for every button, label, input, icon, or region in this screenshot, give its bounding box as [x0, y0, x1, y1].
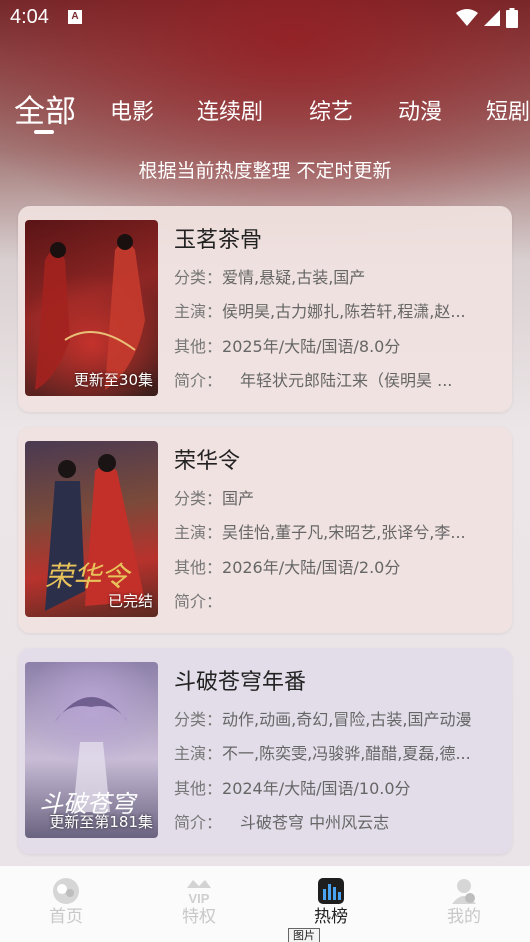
- status-bar: 4:04 A: [0, 0, 530, 36]
- show-other-row: 其他：2025年/大陆/国语/8.0分: [174, 333, 500, 357]
- cast-label: 主演：: [174, 302, 223, 321]
- poster-episode-badge: 更新至30集: [73, 371, 153, 389]
- active-tab-indicator: [34, 130, 54, 134]
- intro-label: 简介：: [174, 371, 223, 390]
- nav-vip-label: 特权: [182, 907, 216, 927]
- tab-anime[interactable]: 动漫: [398, 94, 442, 126]
- tab-short-drama[interactable]: 短剧: [486, 94, 530, 126]
- show-other-row: 其他：2024年/大陆/国语/10.0分: [174, 775, 500, 799]
- category-value: 动作,动画,奇幻,冒险,古装,国产动漫: [222, 710, 472, 729]
- nav-hot-list[interactable]: 热榜: [291, 876, 371, 927]
- svg-text:荣华令: 荣华令: [45, 560, 132, 593]
- cast-value: 吴佳怡,董子凡,宋昭艺,张译兮,李...: [222, 523, 466, 542]
- category-label: 分类：: [174, 268, 223, 287]
- category-label: 分类：: [174, 710, 223, 729]
- cast-label: 主演：: [174, 744, 223, 763]
- cast-value: 不一,陈奕雯,冯骏骅,醋醋,夏磊,德...: [222, 744, 471, 763]
- intro-value: 斗破苍穹 中州风云志: [240, 813, 390, 832]
- tab-all[interactable]: 全部: [14, 86, 76, 131]
- show-poster[interactable]: 荣华令 已完结: [25, 441, 158, 617]
- cast-label: 主演：: [174, 523, 223, 542]
- show-intro-row: 简介：: [174, 588, 500, 612]
- notification-a-icon: A: [68, 10, 82, 24]
- category-label: 分类：: [174, 489, 223, 508]
- show-card[interactable]: 斗破苍穹 更新至第181集 斗破苍穹年番 分类：动作,动画,奇幻,冒险,古装,国…: [18, 648, 512, 854]
- status-indicators: [456, 8, 518, 28]
- show-category-row: 分类：爱情,悬疑,古装,国产: [174, 264, 500, 288]
- nav-hot-list-label: 热榜: [314, 907, 348, 927]
- category-tabs: 全部 电影 连续剧 综艺 动漫 短剧: [0, 86, 530, 146]
- tab-movies[interactable]: 电影: [110, 94, 154, 126]
- show-intro-row: 简介： 斗破苍穹 中州风云志: [174, 809, 500, 833]
- status-time: 4:04: [10, 6, 49, 28]
- show-cast-row: 主演：不一,陈奕雯,冯骏骅,醋醋,夏磊,德...: [174, 740, 500, 764]
- show-title[interactable]: 荣华令: [174, 443, 240, 475]
- intro-label: 简介：: [174, 813, 223, 832]
- other-label: 其他：: [174, 779, 223, 798]
- intro-value: 年轻状元郎陆江来（侯明昊 ...: [240, 371, 453, 390]
- ranking-subtitle: 根据当前热度整理 不定时更新: [138, 160, 392, 182]
- nav-vip[interactable]: VIP 特权: [159, 876, 239, 927]
- image-tooltip: 图片: [288, 928, 320, 942]
- show-other-row: 其他：2026年/大陆/国语/2.0分: [174, 554, 500, 578]
- other-label: 其他：: [174, 337, 223, 356]
- tab-variety[interactable]: 综艺: [309, 94, 353, 126]
- nav-home-label: 首页: [49, 907, 83, 927]
- category-value: 国产: [222, 489, 255, 508]
- cast-value: 侯明昊,古力娜扎,陈若轩,程潇,赵...: [222, 302, 466, 321]
- nav-profile[interactable]: 我的: [424, 876, 504, 927]
- show-category-row: 分类：国产: [174, 485, 500, 509]
- show-poster[interactable]: 斗破苍穹 更新至第181集: [25, 662, 158, 838]
- other-value: 2025年/大陆/国语/8.0分: [222, 337, 401, 356]
- other-label: 其他：: [174, 558, 223, 577]
- nav-home[interactable]: 首页: [26, 876, 106, 927]
- show-intro-row: 简介： 年轻状元郎陆江来（侯明昊 ...: [174, 367, 500, 391]
- show-cast-row: 主演：侯明昊,古力娜扎,陈若轩,程潇,赵...: [174, 298, 500, 322]
- show-card[interactable]: 荣华令 已完结 荣华令 分类：国产 主演：吴佳怡,董子凡,宋昭艺,张译兮,李..…: [18, 427, 512, 633]
- poster-status-badge: 已完结: [107, 592, 153, 610]
- show-title[interactable]: 玉茗茶骨: [174, 222, 262, 254]
- show-title[interactable]: 斗破苍穹年番: [174, 664, 306, 696]
- wifi-icon: [456, 9, 478, 26]
- poster-episode-badge: 更新至第181集: [49, 813, 153, 831]
- show-cast-row: 主演：吴佳怡,董子凡,宋昭艺,张译兮,李...: [174, 519, 500, 543]
- show-category-row: 分类：动作,动画,奇幻,冒险,古装,国产动漫: [174, 706, 500, 730]
- intro-label: 简介：: [174, 592, 223, 611]
- show-poster[interactable]: 更新至30集: [25, 220, 158, 396]
- nav-profile-label: 我的: [447, 907, 481, 927]
- other-value: 2026年/大陆/国语/2.0分: [222, 558, 401, 577]
- bottom-navigation: 首页 VIP 特权 热榜 我的: [0, 866, 530, 942]
- category-value: 爱情,悬疑,古装,国产: [222, 268, 366, 287]
- signal-icon: [484, 10, 500, 26]
- show-card[interactable]: 更新至30集 玉茗茶骨 分类：爱情,悬疑,古装,国产 主演：侯明昊,古力娜扎,陈…: [18, 206, 512, 412]
- tab-series[interactable]: 连续剧: [197, 94, 263, 126]
- other-value: 2024年/大陆/国语/10.0分: [222, 779, 411, 798]
- battery-icon: [506, 8, 518, 28]
